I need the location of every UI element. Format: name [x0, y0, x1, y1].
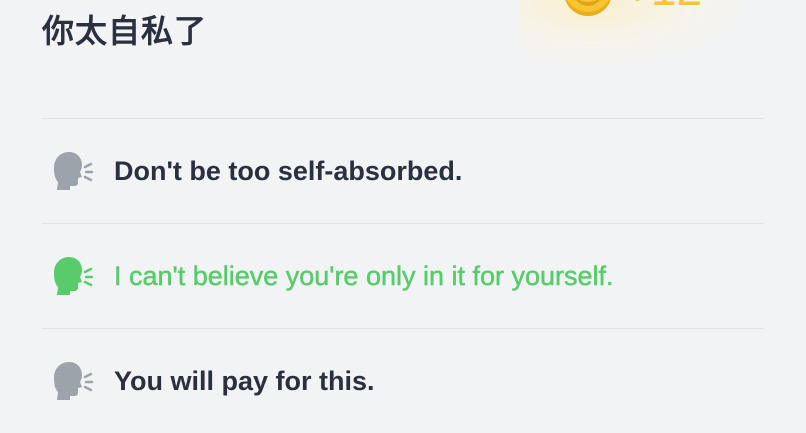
speaking-head-icon: [54, 257, 94, 295]
answer-option-2[interactable]: I can't believe you're only in it for yo…: [42, 224, 764, 328]
reward-amount: +12: [624, 0, 702, 12]
reward-indicator: +12: [520, 0, 760, 70]
answer-option-text: I can't believe you're only in it for yo…: [114, 260, 614, 291]
prompt-title: 你太自私了: [42, 12, 208, 50]
speaking-head-icon: [54, 362, 94, 400]
answer-options: Don't be too self-absorbed. I can't beli…: [42, 118, 764, 433]
answer-option-3[interactable]: You will pay for this.: [42, 329, 764, 433]
answer-option-1[interactable]: Don't be too self-absorbed.: [42, 119, 764, 223]
speaking-head-icon: [54, 152, 94, 190]
answer-option-text: Don't be too self-absorbed.: [114, 155, 463, 186]
answer-option-text: You will pay for this.: [114, 365, 375, 396]
